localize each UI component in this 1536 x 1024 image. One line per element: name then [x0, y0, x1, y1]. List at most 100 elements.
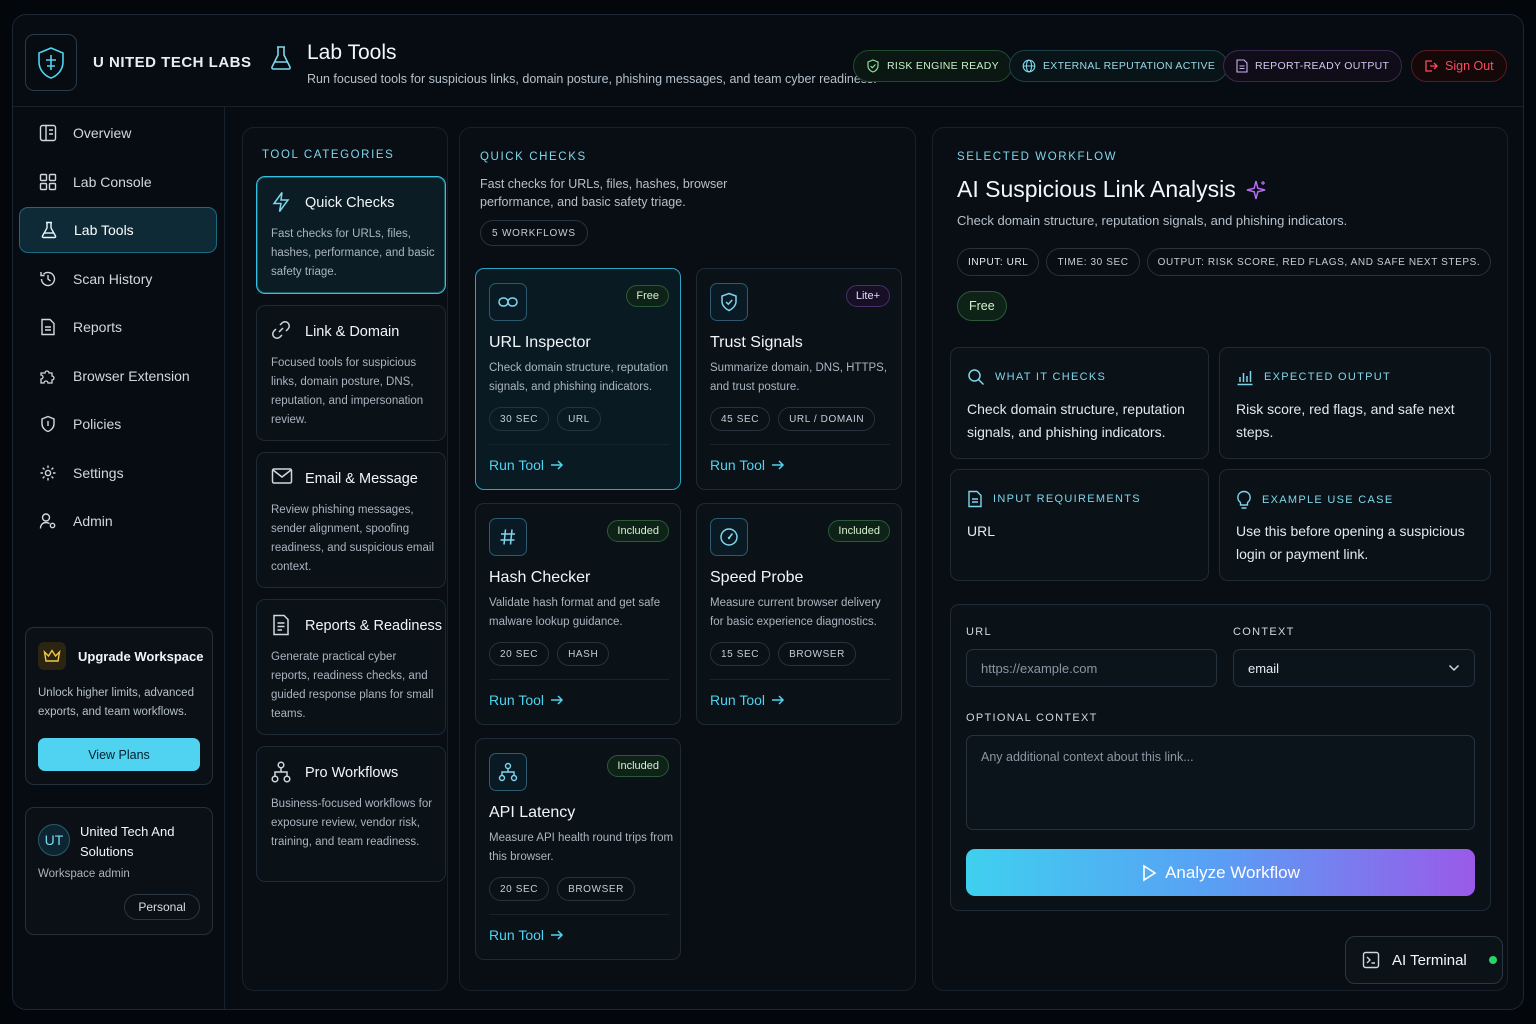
report-icon: [271, 614, 291, 636]
top-bar: U NITED TECH LABS Lab Tools Run focused …: [13, 15, 1523, 107]
profile-card[interactable]: UT United Tech And Solutions Workspace a…: [25, 807, 213, 935]
run-tool-label: Run Tool: [710, 692, 766, 708]
tool-title: URL Inspector: [489, 334, 591, 351]
status-pill-label: RISK ENGINE READY: [887, 60, 999, 72]
tool-card-hash-checker[interactable]: Included Hash Checker Validate hash form…: [475, 503, 681, 725]
brand-logo[interactable]: [25, 34, 77, 91]
sidebar-item-reports[interactable]: Reports: [19, 304, 217, 350]
run-tool-label: Run Tool: [489, 927, 545, 943]
category-link-domain[interactable]: Link & Domain Focused tools for suspicio…: [256, 305, 446, 441]
shield-check-icon: [867, 59, 879, 73]
card-label: WHAT IT CHECKS: [995, 371, 1107, 383]
tool-description: Validate hash format and get safe malwar…: [489, 597, 661, 628]
optional-context-textarea[interactable]: Any additional context about this link..…: [966, 735, 1475, 830]
sidebar-item-scan-history[interactable]: Scan History: [19, 256, 217, 302]
logout-icon: [1425, 60, 1438, 72]
quick-checks-heading: QUICK CHECKS: [480, 151, 587, 163]
run-tool-button[interactable]: Run Tool: [489, 457, 564, 473]
tool-card-url-inspector[interactable]: Free URL Inspector Check domain structur…: [475, 268, 681, 490]
reputation-status: EXTERNAL REPUTATION ACTIVE: [1009, 50, 1229, 82]
category-email-message[interactable]: Email & Message Review phishing messages…: [256, 452, 446, 588]
time-chip: 30 SEC: [489, 407, 550, 431]
workflow-panel: SELECTED WORKFLOW AI Suspicious Link Ana…: [932, 127, 1508, 991]
run-tool-button[interactable]: Run Tool: [710, 692, 785, 708]
page-title: Lab Tools: [307, 41, 397, 64]
online-status-dot: [1488, 956, 1497, 964]
analyze-workflow-button[interactable]: Analyze Workflow: [966, 849, 1475, 896]
url-input[interactable]: https://example.com: [966, 649, 1217, 687]
document-icon: [968, 490, 982, 508]
card-label: EXAMPLE USE CASE: [1262, 494, 1394, 506]
run-tool-button[interactable]: Run Tool: [710, 457, 785, 473]
brand-name: U NITED TECH LABS: [93, 54, 252, 71]
sign-out-button[interactable]: Sign Out: [1411, 50, 1507, 82]
sidebar-item-policies[interactable]: Policies: [19, 401, 217, 447]
category-title: Email & Message: [305, 471, 418, 487]
tier-badge: Included: [607, 520, 669, 542]
workflow-subtitle: Check domain structure, reputation signa…: [957, 213, 1348, 228]
card-value: URL: [967, 523, 996, 539]
status-pill-label: REPORT-READY OUTPUT: [1255, 60, 1390, 72]
time-chip: 45 SEC: [710, 407, 771, 431]
workflow-heading: SELECTED WORKFLOW: [957, 151, 1118, 163]
sidebar-item-settings[interactable]: Settings: [19, 450, 217, 496]
category-pro-workflows[interactable]: Pro Workflows Business-focused workflows…: [256, 746, 446, 882]
tool-description: Summarize domain, DNS, HTTPS, and trust …: [710, 362, 888, 393]
tool-card-trust-signals[interactable]: Lite+ Trust Signals Summarize domain, DN…: [696, 268, 902, 490]
quick-checks-description: Fast checks for URLs, files, hashes, bro…: [480, 177, 728, 209]
category-reports-readiness[interactable]: Reports & Readiness Generate practical c…: [256, 599, 446, 735]
sidebar-item-admin[interactable]: Admin: [19, 498, 217, 544]
what-it-checks-card: WHAT IT CHECKS Check domain structure, r…: [950, 347, 1209, 459]
category-description: Review phishing messages, sender alignme…: [271, 504, 435, 573]
search-icon: [968, 369, 985, 386]
sidebar-item-lab-tools[interactable]: Lab Tools: [19, 207, 217, 253]
flask-icon: [41, 221, 57, 239]
input-chip: INPUT: URL: [957, 248, 1040, 276]
time-chip: TIME: 30 SEC: [1046, 248, 1140, 276]
globe-icon: [1022, 59, 1036, 73]
crown-icon: [38, 642, 66, 670]
tool-card-speed-probe[interactable]: Included Speed Probe Measure current bro…: [696, 503, 902, 725]
ai-terminal-button[interactable]: AI Terminal: [1345, 936, 1503, 984]
run-tool-button[interactable]: Run Tool: [489, 692, 564, 708]
sidebar-item-overview[interactable]: Overview: [19, 110, 217, 156]
url-label: URL: [966, 626, 992, 638]
category-description: Business-focused workflows for exposure …: [271, 798, 433, 848]
context-select[interactable]: email: [1233, 649, 1475, 687]
sidebar-item-browser-extension[interactable]: Browser Extension: [19, 353, 217, 399]
run-tool-button[interactable]: Run Tool: [489, 927, 564, 943]
network-icon: [489, 753, 527, 791]
optional-context-placeholder: Any additional context about this link..…: [981, 750, 1194, 764]
category-description: Focused tools for suspicious links, doma…: [271, 357, 424, 426]
input-chip: BROWSER: [778, 642, 856, 666]
card-value: Check domain structure, reputation signa…: [967, 401, 1185, 440]
tier-badge: Free: [957, 291, 1007, 321]
input-chip: URL: [557, 407, 601, 431]
document-icon: [1236, 59, 1248, 73]
category-quick-checks[interactable]: Quick Checks Fast checks for URLs, files…: [256, 176, 446, 294]
arrow-right-icon: [772, 460, 785, 470]
sidebar-item-label: Lab Tools: [74, 222, 134, 238]
category-title: Link & Domain: [305, 324, 400, 340]
terminal-label: AI Terminal: [1392, 951, 1467, 969]
tool-card-api-latency[interactable]: Included API Latency Measure API health …: [475, 738, 681, 960]
shield-logo-icon: [38, 46, 64, 79]
time-chip: 20 SEC: [489, 642, 550, 666]
divider: [710, 679, 890, 680]
risk-engine-status: RISK ENGINE READY: [853, 50, 1012, 82]
sidebar-item-label: Scan History: [73, 271, 153, 287]
plan-badge[interactable]: Personal: [124, 894, 200, 920]
sidebar: Overview Lab Console Lab Tools Scan Hist…: [13, 107, 225, 1009]
sidebar-item-lab-console[interactable]: Lab Console: [19, 159, 217, 205]
bar-chart-icon: [1237, 371, 1253, 386]
gauge-icon: [710, 518, 748, 556]
shield-icon: [41, 415, 55, 433]
input-chip: HASH: [557, 642, 610, 666]
arrow-right-icon: [772, 695, 785, 705]
view-plans-button[interactable]: View Plans: [38, 738, 200, 771]
run-tool-label: Run Tool: [489, 692, 545, 708]
tool-title: API Latency: [489, 804, 576, 821]
run-tool-label: Run Tool: [710, 457, 766, 473]
output-chip: OUTPUT: RISK SCORE, RED FLAGS, AND SAFE …: [1146, 248, 1492, 276]
run-tool-label: Run Tool: [489, 457, 545, 473]
